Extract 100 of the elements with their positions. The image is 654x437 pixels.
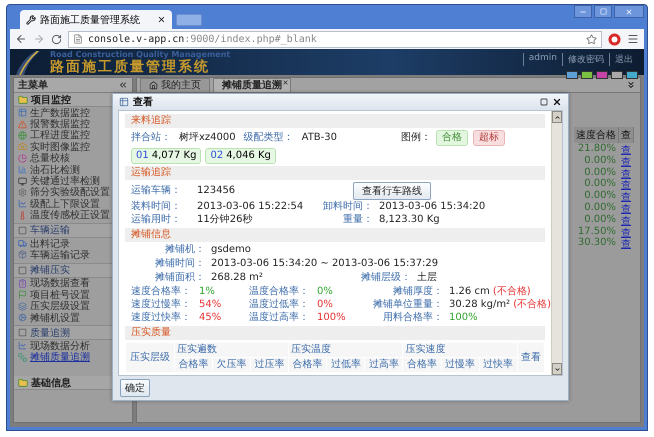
table-cell-text: 0.00% (583, 154, 617, 167)
close-button[interactable] (614, 5, 644, 18)
view-link[interactable]: 查 (619, 166, 634, 178)
field-label: 用料合格率： (382, 312, 443, 324)
field-value: 2013-03-06 15:22:54 (197, 201, 304, 213)
table-header: 过快率 (479, 358, 518, 372)
star-icon[interactable] (586, 34, 597, 44)
reload-icon[interactable] (51, 34, 62, 44)
menu-icon[interactable] (627, 33, 639, 45)
view-link[interactable]: 查 (619, 178, 634, 190)
ring-icon[interactable] (608, 32, 621, 46)
maximize-icon (600, 8, 606, 15)
scroll-down-button[interactable] (552, 363, 562, 375)
caret-icon (554, 114, 560, 120)
theme-swatch[interactable] (626, 71, 638, 79)
field-value: 土层 (417, 272, 438, 284)
warning-note: (不合格) (492, 286, 531, 297)
menu-item[interactable]: 工程进度监控 (14, 130, 132, 142)
field-label: 运输车辆： (131, 185, 182, 197)
page-tab[interactable]: 我的主页 (140, 78, 210, 92)
field-value: gsdemo (211, 244, 252, 256)
view-link[interactable]: 查 (619, 226, 634, 238)
wrench-icon (26, 14, 36, 24)
back-icon[interactable] (15, 33, 27, 45)
theme-swatch[interactable] (596, 71, 608, 79)
close-icon[interactable] (157, 15, 166, 24)
view-link[interactable]: 查 (619, 214, 634, 226)
expand-icon[interactable] (626, 80, 636, 90)
maximize-button[interactable] (594, 5, 612, 18)
field-label: 运输用时： (131, 214, 182, 226)
square-icon (18, 226, 27, 235)
close-icon[interactable] (552, 97, 562, 107)
square-icon (18, 266, 27, 275)
bar-chart-icon (18, 165, 27, 174)
field-label: 温度合格率： (249, 286, 310, 298)
menu-item[interactable]: 实时图像监控 (14, 141, 132, 153)
header-link[interactable]: admin (522, 53, 562, 66)
legend-badge: 超标 (473, 130, 505, 146)
table-header: 合格率 (288, 358, 327, 372)
theme-swatch[interactable] (581, 71, 593, 79)
table-header: 过高率 (364, 358, 403, 372)
field-value: 123456 (197, 185, 236, 197)
table-cell-text: 17.50% (576, 226, 617, 238)
scroll-up-button[interactable] (552, 111, 562, 123)
menu-item[interactable]: 车辆运输记录 (14, 249, 132, 261)
field-label: 拌合站： (131, 132, 171, 144)
ok-button[interactable]: 确定 (120, 379, 150, 397)
view-link[interactable]: 查 (619, 202, 634, 214)
field-label: 摊铺单位重量： (372, 299, 443, 311)
section-heading: 压实质量 (125, 326, 545, 340)
table-cell-text: 0.00% (583, 166, 617, 178)
minimize-button[interactable] (574, 5, 592, 18)
menu-item[interactable]: 项目桩号设置 (14, 289, 132, 300)
field-value: 1% (199, 286, 216, 298)
table-cell-text: 0.00% (583, 178, 617, 190)
collapse-icon[interactable] (118, 80, 128, 90)
menu-item[interactable]: 摊铺机设置 (14, 312, 132, 324)
table-header: 查看 (517, 342, 544, 372)
address-field[interactable]: console.v-app.cn:9000/index.php#_blank (68, 30, 602, 48)
table-cell-text: 30.30% (576, 237, 617, 250)
table-cell-text: 0.00% (583, 214, 617, 226)
header-link[interactable]: 修改密码 (562, 53, 609, 66)
field-value: ATB-30 (302, 132, 337, 144)
browser-tab[interactable]: 路面施工质量管理系统 (20, 10, 172, 29)
menu-item[interactable]: 筛分实验级配设置 (14, 186, 132, 198)
page-tab[interactable]: 摊铺质量追溯 (213, 78, 291, 92)
field-value: 0% (317, 299, 334, 311)
menu-item[interactable]: 级配上下限设置 (14, 198, 132, 210)
monitor-icon (18, 176, 27, 186)
view-link[interactable]: 查 (619, 237, 634, 250)
menu-item[interactable]: 压实层级设置 (14, 300, 132, 312)
flag-icon (18, 290, 27, 300)
table-cell-text: 0.00% (583, 190, 617, 202)
table-header: 压实遍数 (174, 342, 289, 358)
table-header: 查 (619, 127, 634, 143)
menu-item[interactable]: 温度传感校正设置 (14, 210, 132, 221)
truck-icon (18, 239, 27, 248)
field-label: 温度过低率： (249, 299, 310, 311)
view-link[interactable]: 查 (619, 143, 634, 155)
maximize-icon[interactable] (540, 98, 548, 106)
dialog-title: 查看 (133, 96, 153, 109)
field-label: 速度合格率： (131, 286, 192, 298)
batch-chip: 01 4,077 Kg (131, 148, 202, 164)
view-link[interactable]: 查 (619, 190, 634, 202)
table-header: 过低率 (326, 358, 365, 372)
layers-icon (18, 302, 27, 311)
warning-icon (18, 120, 27, 129)
field-value: 45% (199, 312, 222, 324)
thermometer-icon (18, 210, 27, 220)
field-value: 2013-03-06 15:34:20 ~ 2013-03-06 15:37:29 (211, 258, 440, 270)
menu-item[interactable]: 总量校核 (14, 152, 132, 164)
table-header: 欠压率 (212, 358, 251, 372)
close-icon[interactable] (282, 79, 289, 86)
menu-item[interactable]: 现场数据查看 (14, 278, 132, 290)
theme-swatch[interactable] (611, 71, 623, 79)
header-link[interactable]: 退出 (609, 53, 638, 66)
field-label: 装料时间： (131, 201, 182, 213)
view-link[interactable]: 查 (619, 154, 634, 167)
theme-swatch[interactable] (566, 71, 578, 79)
route-button[interactable]: 查看行车路线 (353, 182, 431, 200)
